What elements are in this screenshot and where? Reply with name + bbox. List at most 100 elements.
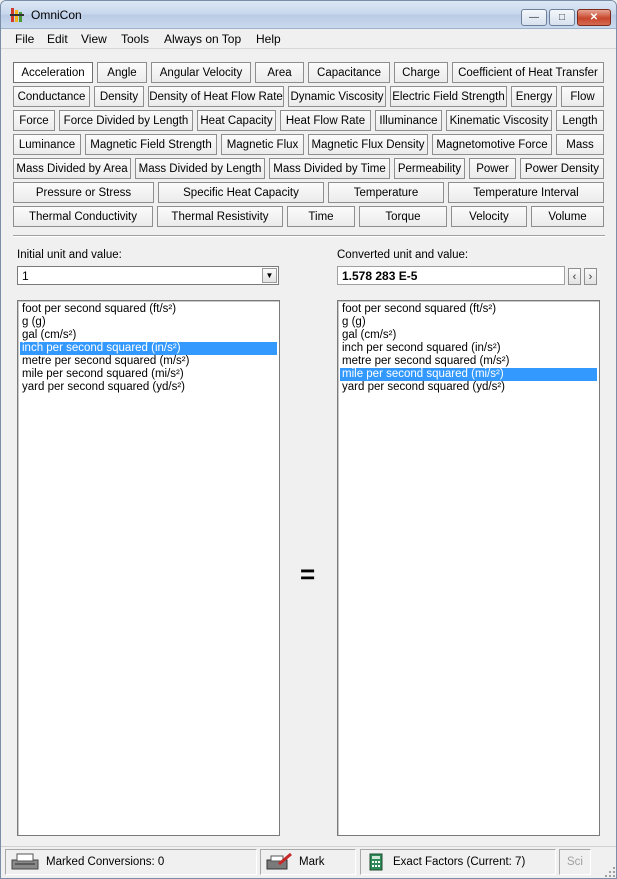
list-item[interactable]: inch per second squared (in/s²) [340, 342, 597, 355]
omnicon-app-icon [10, 8, 24, 22]
maximize-icon: □ [558, 12, 566, 23]
tab-dynamic-viscosity[interactable]: Dynamic Viscosity [288, 86, 386, 107]
tab-magnetic-flux-density[interactable]: Magnetic Flux Density [308, 134, 428, 155]
tab-specific-heat-capacity[interactable]: Specific Heat Capacity [158, 182, 324, 203]
tab-angular-velocity[interactable]: Angular Velocity [151, 62, 251, 83]
status-bar: Marked Conversions: 0 Mark Exact Factors… [1, 846, 616, 878]
initial-unit-list[interactable]: foot per second squared (ft/s²) g (g) ga… [17, 300, 280, 836]
converted-unit-list[interactable]: foot per second squared (ft/s²) g (g) ga… [337, 300, 600, 836]
mark-button[interactable]: Mark [260, 849, 356, 875]
converted-label: Converted unit and value: [337, 249, 469, 261]
tab-illuminance[interactable]: Illuminance [375, 110, 442, 131]
tab-energy[interactable]: Energy [511, 86, 557, 107]
sci-label: Sci [567, 856, 583, 868]
tab-pressure-or-stress[interactable]: Pressure or Stress [13, 182, 154, 203]
list-item[interactable]: gal (cm/s²) [340, 329, 597, 342]
marked-conversions-text: Marked Conversions: 0 [46, 856, 165, 868]
list-item[interactable]: yard per second squared (yd/s²) [340, 381, 597, 394]
mark-icon [266, 852, 292, 870]
omnicon-window: OmniCon — □ ✕ File Edit View Tools Alway… [0, 0, 617, 879]
menu-always-on-top[interactable]: Always on Top [164, 32, 241, 46]
equals-sign: = [300, 559, 316, 589]
exact-factors-text: Exact Factors (Current: 7) [393, 856, 526, 868]
tab-volume[interactable]: Volume [531, 206, 604, 227]
list-item[interactable]: foot per second squared (ft/s²) [340, 303, 597, 316]
chevron-down-icon: ▼ [265, 271, 274, 280]
tab-mass[interactable]: Mass [556, 134, 604, 155]
tab-power-density[interactable]: Power Density [520, 158, 604, 179]
tab-acceleration[interactable]: Acceleration [13, 62, 93, 83]
decrease-precision-button[interactable]: ‹ [568, 268, 581, 285]
title-bar[interactable]: OmniCon — □ ✕ [1, 1, 616, 29]
minimize-icon: — [529, 12, 539, 23]
tab-mass-divided-by-length[interactable]: Mass Divided by Length [135, 158, 265, 179]
list-item-selected[interactable]: inch per second squared (in/s²) [20, 342, 277, 355]
tab-charge[interactable]: Charge [394, 62, 448, 83]
menu-edit[interactable]: Edit [47, 32, 68, 46]
menu-file[interactable]: File [15, 32, 34, 46]
chevron-left-icon: ‹ [572, 270, 577, 283]
tab-electric-field-strength[interactable]: Electric Field Strength [390, 86, 507, 107]
maximize-button[interactable]: □ [549, 9, 575, 26]
tab-thermal-conductivity[interactable]: Thermal Conductivity [13, 206, 153, 227]
tab-magnetic-flux[interactable]: Magnetic Flux [221, 134, 304, 155]
list-item[interactable]: mile per second squared (mi/s²) [20, 368, 277, 381]
resize-grip-icon[interactable] [604, 866, 616, 878]
converted-value-field[interactable]: 1.578 283 E-5 [337, 266, 565, 285]
printer-icon [11, 853, 39, 870]
menu-tools[interactable]: Tools [121, 32, 149, 46]
sci-button[interactable]: Sci [559, 849, 591, 875]
tab-power[interactable]: Power [469, 158, 516, 179]
tab-density[interactable]: Density [94, 86, 144, 107]
tab-density-of-heat-flow-rate[interactable]: Density of Heat Flow Rate [148, 86, 284, 107]
tab-torque[interactable]: Torque [359, 206, 447, 227]
tab-coefficient-of-heat-transfer[interactable]: Coefficient of Heat Transfer [452, 62, 604, 83]
tab-length[interactable]: Length [556, 110, 604, 131]
menu-help[interactable]: Help [256, 32, 281, 46]
tab-time[interactable]: Time [287, 206, 355, 227]
list-item[interactable]: g (g) [20, 316, 277, 329]
converted-value[interactable]: 1.578 283 E-5 [342, 269, 417, 283]
tab-magnetomotive-force[interactable]: Magnetomotive Force [432, 134, 552, 155]
tab-luminance[interactable]: Luminance [13, 134, 81, 155]
list-item[interactable]: metre per second squared (m/s²) [20, 355, 277, 368]
tab-velocity[interactable]: Velocity [451, 206, 527, 227]
tab-mass-divided-by-area[interactable]: Mass Divided by Area [13, 158, 131, 179]
list-item[interactable]: g (g) [340, 316, 597, 329]
list-item[interactable]: yard per second squared (yd/s²) [20, 381, 277, 394]
list-item[interactable]: metre per second squared (m/s²) [340, 355, 597, 368]
exact-factors-pane[interactable]: Exact Factors (Current: 7) [360, 849, 556, 875]
tab-flow[interactable]: Flow [561, 86, 604, 107]
list-item[interactable]: foot per second squared (ft/s²) [20, 303, 277, 316]
initial-value-combo[interactable]: 1 ▼ [17, 266, 279, 285]
tab-area[interactable]: Area [255, 62, 304, 83]
tab-temperature[interactable]: Temperature [328, 182, 444, 203]
tab-mass-divided-by-time[interactable]: Mass Divided by Time [269, 158, 390, 179]
menu-bar: File Edit View Tools Always on Top Help [1, 29, 616, 49]
tab-angle[interactable]: Angle [97, 62, 147, 83]
tab-conductance[interactable]: Conductance [13, 86, 90, 107]
window-title: OmniCon [31, 8, 82, 22]
tab-heat-flow-rate[interactable]: Heat Flow Rate [280, 110, 371, 131]
mark-label: Mark [299, 856, 325, 868]
close-button[interactable]: ✕ [577, 9, 611, 26]
tab-heat-capacity[interactable]: Heat Capacity [197, 110, 276, 131]
increase-precision-button[interactable]: › [584, 268, 597, 285]
list-item[interactable]: gal (cm/s²) [20, 329, 277, 342]
initial-value[interactable]: 1 [22, 269, 29, 283]
tab-force[interactable]: Force [13, 110, 55, 131]
menu-view[interactable]: View [81, 32, 107, 46]
marked-conversions-pane[interactable]: Marked Conversions: 0 [5, 849, 257, 875]
tab-permeability[interactable]: Permeability [394, 158, 465, 179]
tab-capacitance[interactable]: Capacitance [308, 62, 390, 83]
minimize-button[interactable]: — [521, 9, 547, 26]
tab-thermal-resistivity[interactable]: Thermal Resistivity [157, 206, 283, 227]
tab-force-divided-by-length[interactable]: Force Divided by Length [59, 110, 193, 131]
combo-dropdown-button[interactable]: ▼ [262, 268, 277, 283]
list-item-selected[interactable]: mile per second squared (mi/s²) [340, 368, 597, 381]
tab-magnetic-field-strength[interactable]: Magnetic Field Strength [85, 134, 217, 155]
tab-temperature-interval[interactable]: Temperature Interval [448, 182, 604, 203]
close-icon: ✕ [589, 12, 599, 23]
tab-kinematic-viscosity[interactable]: Kinematic Viscosity [446, 110, 552, 131]
chevron-right-icon: › [588, 270, 593, 283]
